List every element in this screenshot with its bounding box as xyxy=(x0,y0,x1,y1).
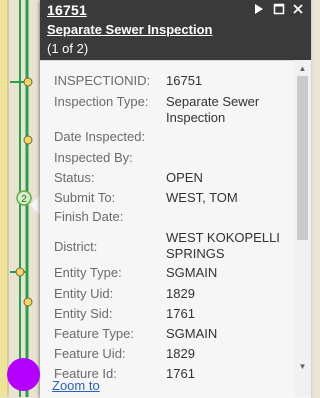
attr-name: Entity Uid: xyxy=(54,286,114,301)
attr-value: 1761 xyxy=(166,306,195,321)
popup-pointer xyxy=(30,195,40,215)
attr-name: Date Inspected: xyxy=(54,129,146,144)
maximize-icon[interactable] xyxy=(272,3,286,17)
attr-name: Entity Sid: xyxy=(54,306,113,321)
popup-header: 16751 Separate Sewer Inspection (1 of 2) xyxy=(40,0,311,60)
info-popup: 16751 Separate Sewer Inspection (1 of 2)… xyxy=(40,0,311,398)
attr-value: SGMAIN xyxy=(166,326,218,341)
scroll-thumb[interactable] xyxy=(297,76,308,240)
inspection-title-link[interactable]: Separate Sewer Inspection xyxy=(47,22,212,37)
attr-name: Submit To: xyxy=(54,190,116,205)
attr-name: INSPECTIONID: xyxy=(54,73,151,88)
attr-value: OPEN xyxy=(166,170,203,185)
popup-content[interactable]: INSPECTIONID: 16751 Inspection Type: Sep… xyxy=(40,60,311,398)
attr-name: Finish Date: xyxy=(54,209,124,224)
play-icon[interactable] xyxy=(252,3,266,17)
attr-name: District: xyxy=(54,239,98,254)
zoom-to-link[interactable]: Zoom to xyxy=(52,378,100,393)
attr-value: 1761 xyxy=(166,366,195,381)
attr-value: 1829 xyxy=(166,286,195,301)
attr-value: SGMAIN xyxy=(166,265,218,280)
popup-count: (1 of 2) xyxy=(47,41,89,56)
location-marker[interactable] xyxy=(7,358,40,391)
attr-value: 16751 xyxy=(166,73,203,88)
close-icon[interactable] xyxy=(291,3,305,17)
scroll-up-arrow-icon[interactable]: ▲ xyxy=(294,62,311,76)
attr-name: Entity Type: xyxy=(54,265,122,280)
attr-value: 1829 xyxy=(166,346,195,361)
cluster-count-label: 2 xyxy=(21,194,27,205)
attr-name: Inspection Type: xyxy=(54,94,149,109)
attr-value: WEST KOKOPELLI SPRINGS xyxy=(166,230,280,261)
attr-name: Inspected By: xyxy=(54,150,133,165)
scroll-down-arrow-icon[interactable]: ▼ xyxy=(294,360,311,374)
attr-value: Separate Sewer Inspection xyxy=(166,94,260,125)
attr-name: Status: xyxy=(54,170,95,185)
inspection-id-link[interactable]: 16751 xyxy=(47,2,87,18)
attr-name: Feature Uid: xyxy=(54,346,126,361)
attr-value: WEST, TOM xyxy=(166,190,238,205)
popup-scrollbar[interactable]: ▲ ▼ xyxy=(294,60,311,397)
attr-name: Feature Type: xyxy=(54,326,134,341)
